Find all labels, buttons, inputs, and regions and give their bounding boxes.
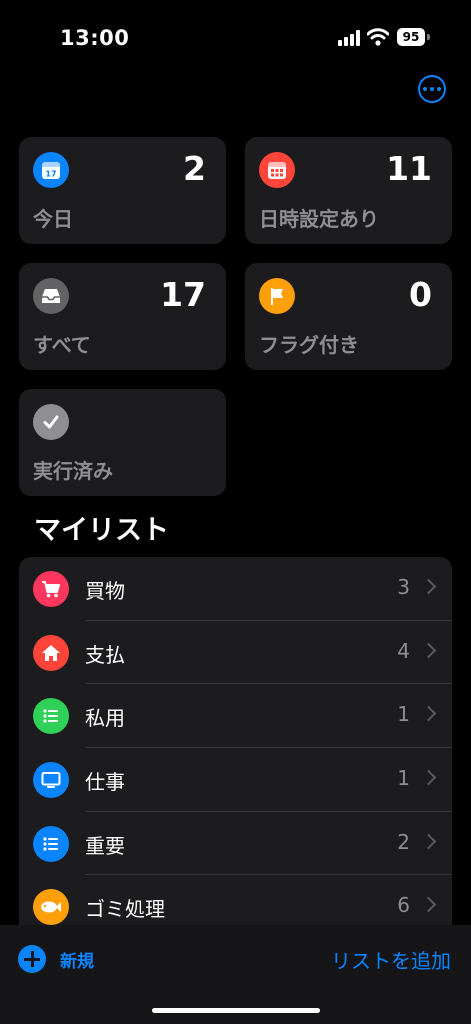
list-count: 1: [397, 766, 410, 791]
status-time: 13:00: [60, 26, 130, 50]
tile-count: 2: [183, 149, 206, 188]
list-count: 6: [397, 893, 410, 918]
tile-today[interactable]: 17 2 今日: [19, 137, 226, 244]
chevron-right-icon: [420, 642, 437, 658]
list-item[interactable]: 支払 4: [19, 621, 452, 685]
calendar-icon: 17: [33, 152, 69, 188]
list-item[interactable]: 仕事 1: [19, 748, 452, 812]
list-name: 重要: [85, 833, 125, 858]
list-count: 1: [397, 702, 410, 727]
tile-count: 0: [409, 275, 432, 314]
tile-label: 今日: [33, 207, 73, 231]
tile-count: 11: [386, 149, 432, 188]
tile-label: 日時設定あり: [259, 207, 379, 231]
list-item[interactable]: 私用 1: [19, 684, 452, 749]
list-name: ゴミ処理: [85, 897, 165, 922]
list-count: 4: [397, 638, 410, 663]
home-indicator: [152, 1008, 320, 1013]
list-item[interactable]: 買物 3: [19, 557, 452, 621]
chevron-right-icon: [420, 769, 437, 786]
wifi-icon: [367, 28, 389, 46]
tile-all[interactable]: 17 すべて: [19, 263, 226, 370]
tile-completed[interactable]: 実行済み: [19, 389, 226, 496]
list-name: 買物: [85, 579, 125, 603]
new-reminder-button[interactable]: 新規: [18, 945, 94, 973]
my-lists: 買物 3 支払 4 私用 1 仕事 1 重要 2 ゴミ処理 6: [19, 557, 452, 937]
list-bullet-icon: [33, 825, 69, 862]
cart-icon: [33, 571, 69, 607]
tile-label: 実行済み: [33, 459, 113, 483]
tile-flagged[interactable]: 0 フラグ付き: [245, 263, 452, 370]
tile-label: すべて: [33, 333, 91, 357]
flag-icon: [259, 278, 295, 314]
chevron-right-icon: [420, 897, 437, 913]
section-title: マイリスト: [34, 515, 169, 546]
svg-text:17: 17: [45, 170, 56, 179]
battery-tip: [427, 34, 430, 40]
tile-count: 17: [160, 275, 206, 314]
chevron-right-icon: [420, 706, 437, 722]
new-reminder-label: 新規: [60, 951, 94, 972]
list-count: 3: [397, 575, 410, 599]
tray-icon: [33, 278, 69, 314]
chevron-right-icon: [420, 578, 437, 595]
list-name: 私用: [85, 706, 125, 731]
list-item[interactable]: 重要 2: [19, 812, 452, 876]
calendar-grid-icon: [259, 152, 295, 188]
checkmark-icon: [33, 404, 69, 440]
cellular-signal-icon: [338, 30, 362, 46]
list-count: 2: [397, 829, 410, 854]
battery-indicator: 95: [397, 28, 425, 46]
list-bullet-icon: [33, 698, 69, 735]
more-options-button[interactable]: [418, 75, 446, 103]
list-name: 支払: [85, 642, 125, 667]
add-list-button[interactable]: リストを追加: [331, 945, 451, 974]
monitor-icon: [33, 762, 69, 799]
chevron-right-icon: [420, 833, 437, 850]
house-icon: [33, 634, 69, 671]
fish-icon: [33, 889, 69, 926]
plus-circle-icon: [18, 945, 46, 973]
list-name: 仕事: [85, 770, 125, 795]
tile-scheduled[interactable]: 11 日時設定あり: [245, 137, 452, 244]
status-bar: 13:00 95: [0, 0, 471, 80]
tile-label: フラグ付き: [259, 333, 359, 357]
